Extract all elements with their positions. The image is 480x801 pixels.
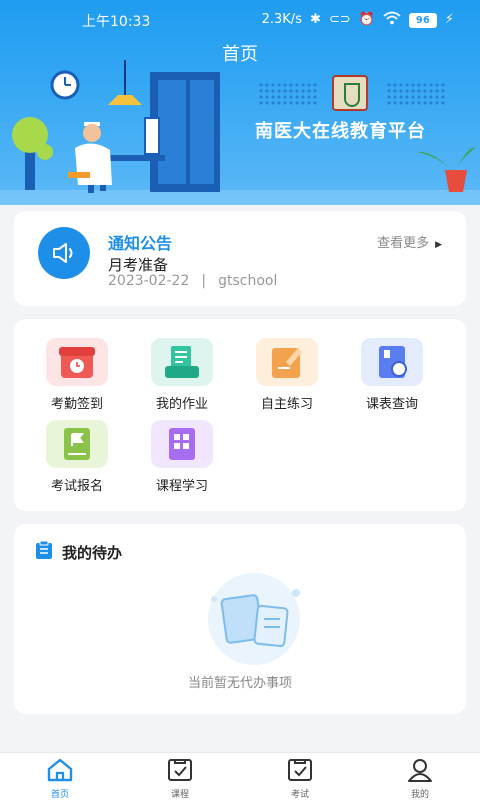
tab-home[interactable]: 首页	[30, 757, 90, 800]
feature-course[interactable]: 课程学习	[137, 420, 227, 494]
tab-label: 首页	[50, 790, 69, 800]
todo-title: 我的待办	[62, 543, 123, 562]
network-speed: 2.3K/s	[261, 12, 302, 27]
battery-icon: 96	[408, 12, 437, 28]
feature-label: 自主练习	[260, 397, 313, 412]
notice-title: 通知公告	[108, 234, 173, 253]
feature-grid: 考勤签到 我的作业 自主练习 课表查询 考试报名 课程学习	[14, 319, 466, 511]
home-icon	[47, 758, 73, 782]
exam-tab-icon	[288, 759, 312, 781]
wifi-icon	[383, 11, 401, 29]
tab-label: 我的	[410, 790, 429, 800]
status-time: 上午10:33	[82, 14, 151, 30]
profile-icon	[408, 759, 432, 782]
feature-label: 课程学习	[155, 479, 208, 494]
feature-label: 我的作业	[155, 397, 208, 412]
feature-exam-signup[interactable]: 考试报名	[32, 420, 122, 494]
clipboard-icon	[34, 540, 54, 564]
speaker-icon	[38, 227, 90, 279]
notice-date: 2023-02-22	[108, 273, 190, 289]
notice-headline[interactable]: 月考准备	[108, 254, 168, 275]
tab-exam[interactable]: 考试	[270, 757, 330, 800]
view-more-link[interactable]: 查看更多 ▶	[377, 232, 442, 251]
alarm-icon: ⏰	[358, 12, 375, 27]
feature-homework[interactable]: 我的作业	[137, 338, 227, 412]
tab-label: 课程	[170, 790, 189, 800]
exam-signup-icon	[46, 420, 108, 468]
banner-dots	[386, 82, 446, 106]
attendance-icon	[46, 338, 108, 386]
feature-label: 考试报名	[50, 479, 103, 494]
feature-practice[interactable]: 自主练习	[242, 338, 332, 412]
tab-label: 考试	[290, 790, 309, 800]
arrow-right-icon: ▶	[435, 240, 442, 250]
charging-icon: ⚡	[444, 12, 454, 27]
header-banner: 上午10:33 2.3K/s ✱ ⊂⊃ ⏰ 96 ⚡ 首页 南医大在线教育平台	[0, 0, 480, 205]
empty-state-text: 当前暂无代办事项	[187, 676, 292, 691]
notice-separator: |	[201, 273, 207, 289]
timetable-icon	[361, 338, 423, 386]
notice-meta: 2023-02-22 | gtschool	[108, 273, 277, 289]
homework-icon	[151, 338, 213, 386]
bottom-tab-bar: 首页 课程 考试 我的	[0, 752, 480, 801]
link-icon: ⊂⊃	[328, 12, 351, 27]
notice-card[interactable]: 通知公告 查看更多 ▶ 月考准备 2023-02-22 | gtschool	[14, 211, 466, 306]
tab-course[interactable]: 课程	[150, 757, 210, 800]
bluetooth-icon: ✱	[309, 12, 321, 27]
university-logo	[332, 75, 368, 111]
notice-source: gtschool	[218, 273, 278, 289]
feature-label: 课表查询	[365, 397, 418, 412]
banner-title: 南医大在线教育平台	[255, 121, 426, 142]
practice-icon	[256, 338, 318, 386]
feature-label: 考勤签到	[50, 397, 103, 412]
todo-header: 我的待办	[34, 540, 122, 564]
feature-attendance[interactable]: 考勤签到	[32, 338, 122, 412]
tab-profile[interactable]: 我的	[390, 757, 450, 800]
course-tab-icon	[168, 759, 192, 781]
status-bar: 上午10:33 2.3K/s ✱ ⊂⊃ ⏰ 96 ⚡	[0, 0, 480, 40]
todo-card: 我的待办 当前暂无代办事项	[14, 524, 466, 714]
course-icon	[151, 420, 213, 468]
feature-timetable[interactable]: 课表查询	[347, 338, 437, 412]
view-more-label: 查看更多	[377, 236, 430, 251]
empty-state-illustration	[208, 573, 300, 665]
banner-dots	[258, 82, 318, 106]
